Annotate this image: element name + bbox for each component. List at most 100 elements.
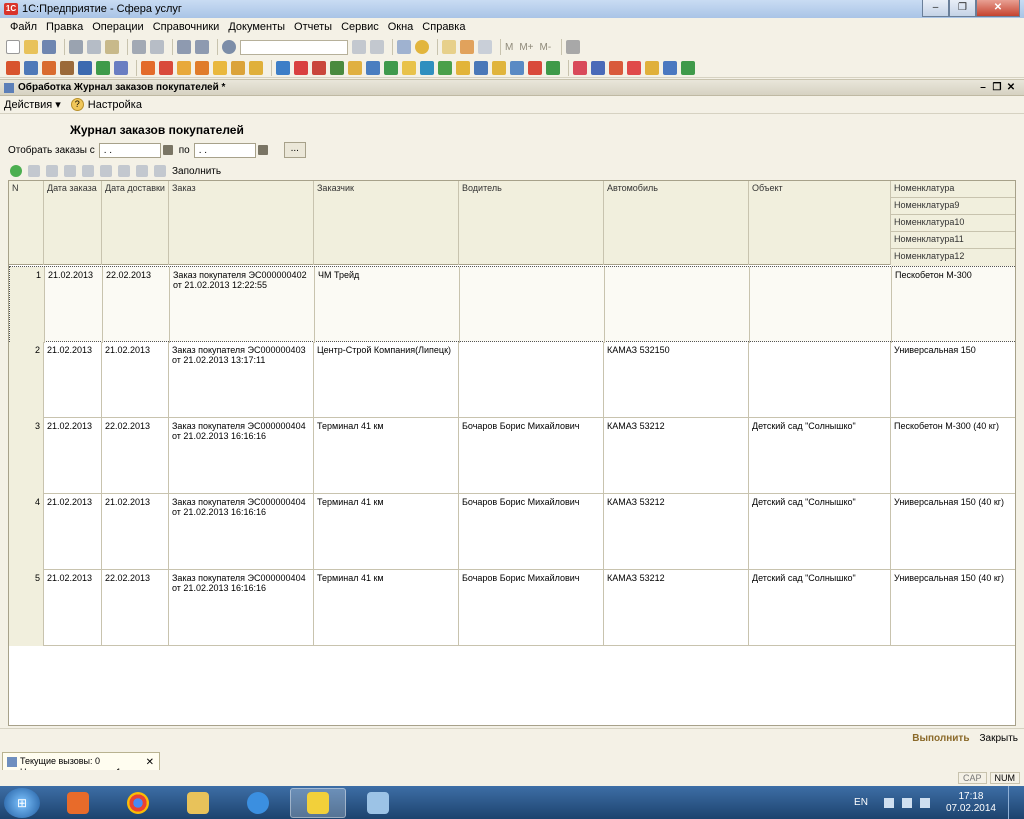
print-icon[interactable] bbox=[132, 40, 146, 54]
toolbar-function-icon[interactable] bbox=[195, 60, 209, 75]
move-down-icon[interactable] bbox=[118, 165, 130, 177]
col-order-date-header[interactable]: Дата заказа bbox=[44, 181, 102, 265]
minimize-button[interactable]: – bbox=[922, 0, 949, 17]
col-object-header[interactable]: Объект bbox=[749, 181, 891, 265]
table-row[interactable]: 2 21.02.2013 21.02.2013 Заказ покупателя… bbox=[9, 342, 1015, 418]
settings-button[interactable]: Настройка bbox=[88, 99, 142, 111]
toolbar-function-icon[interactable] bbox=[645, 60, 659, 75]
windows-icon[interactable] bbox=[397, 40, 411, 54]
col-order-header[interactable]: Заказ bbox=[169, 181, 314, 265]
toolbar-function-icon[interactable] bbox=[348, 60, 362, 75]
taskbar-explorer[interactable] bbox=[170, 788, 226, 818]
col-delivery-date-header[interactable]: Дата доставки bbox=[102, 181, 169, 265]
menu-file[interactable]: Файл bbox=[10, 21, 37, 33]
memory-m-button[interactable]: M bbox=[505, 42, 513, 53]
orders-table[interactable]: N Дата заказа Дата доставки Заказ Заказч… bbox=[8, 180, 1016, 726]
toolbar-function-icon[interactable] bbox=[366, 60, 380, 75]
toolbar-function-icon[interactable] bbox=[276, 60, 290, 75]
doc-minimize-button[interactable]: – bbox=[976, 82, 990, 93]
menu-documents[interactable]: Документы bbox=[228, 21, 285, 33]
memory-minus-button[interactable]: M- bbox=[540, 42, 552, 53]
new-document-icon[interactable] bbox=[6, 40, 20, 54]
col-n-header[interactable]: N bbox=[9, 181, 44, 265]
language-indicator[interactable]: EN bbox=[854, 797, 868, 808]
date-from-input[interactable]: . . bbox=[98, 142, 161, 158]
redo-icon[interactable] bbox=[195, 40, 209, 54]
toolbar-function-icon[interactable] bbox=[456, 60, 470, 75]
calendar-icon[interactable] bbox=[257, 145, 268, 155]
copy-row-icon[interactable] bbox=[28, 165, 40, 177]
menu-references[interactable]: Справочники bbox=[153, 21, 220, 33]
toolbar-function-icon[interactable] bbox=[96, 60, 110, 75]
col-customer-header[interactable]: Заказчик bbox=[314, 181, 459, 265]
open-folder-icon[interactable] bbox=[24, 40, 38, 54]
col-car-header[interactable]: Автомобиль bbox=[604, 181, 749, 265]
move-up-icon[interactable] bbox=[100, 165, 112, 177]
calendar-icon[interactable] bbox=[460, 40, 474, 54]
network-icon[interactable] bbox=[901, 797, 912, 808]
toolbar-function-icon[interactable] bbox=[627, 60, 641, 75]
close-notification-icon[interactable]: ✕ bbox=[146, 757, 154, 768]
toolbar-function-icon[interactable] bbox=[663, 60, 677, 75]
paste-icon[interactable] bbox=[105, 40, 119, 54]
date-to-input[interactable]: . . bbox=[193, 142, 256, 158]
col-nomenclature12-header[interactable]: Номенклатура12 bbox=[891, 249, 1015, 266]
taskbar-chrome[interactable] bbox=[110, 788, 166, 818]
menu-help[interactable]: Справка bbox=[422, 21, 465, 33]
toolbar-function-icon[interactable] bbox=[231, 60, 245, 75]
help-icon[interactable]: ? bbox=[70, 98, 84, 111]
save-icon[interactable] bbox=[42, 40, 56, 54]
toolbar-function-icon[interactable] bbox=[213, 60, 227, 75]
menu-edit[interactable]: Правка bbox=[46, 21, 83, 33]
toolbar-function-icon[interactable] bbox=[177, 60, 191, 75]
close-button[interactable]: Закрыть bbox=[979, 733, 1018, 744]
toolbar-function-icon[interactable] bbox=[78, 60, 92, 75]
toolbar-function-icon[interactable] bbox=[609, 60, 623, 75]
menu-windows[interactable]: Окна bbox=[388, 21, 414, 33]
run-button[interactable]: Выполнить bbox=[912, 733, 969, 744]
info-icon[interactable] bbox=[415, 40, 429, 54]
search-down-icon[interactable] bbox=[352, 40, 366, 54]
menu-operations[interactable]: Операции bbox=[92, 21, 143, 33]
doc-restore-button[interactable]: ❐ bbox=[990, 82, 1004, 93]
tools-icon[interactable] bbox=[566, 40, 581, 54]
end-edit-icon[interactable] bbox=[82, 165, 94, 177]
table-row[interactable]: 5 21.02.2013 22.02.2013 Заказ покупателя… bbox=[9, 570, 1015, 646]
taskbar-ie[interactable] bbox=[230, 788, 286, 818]
tray-arrow-icon[interactable] bbox=[883, 797, 894, 808]
close-window-button[interactable]: ✕ bbox=[976, 0, 1020, 17]
start-button[interactable]: ⊞ bbox=[4, 787, 40, 818]
toolbar-function-icon[interactable] bbox=[294, 60, 308, 75]
menu-reports[interactable]: Отчеты bbox=[294, 21, 332, 33]
toolbar-function-icon[interactable] bbox=[528, 60, 542, 75]
toolbar-function-icon[interactable] bbox=[591, 60, 605, 75]
table-row[interactable]: 4 21.02.2013 21.02.2013 Заказ покупателя… bbox=[9, 494, 1015, 570]
toolbar-function-icon[interactable] bbox=[60, 60, 74, 75]
edit-row-icon[interactable] bbox=[46, 165, 58, 177]
col-nomenclature10-header[interactable]: Номенклатура10 bbox=[891, 215, 1015, 232]
actions-menu[interactable]: Действия ▾ bbox=[4, 98, 61, 111]
col-nomenclature9-header[interactable]: Номенклатура9 bbox=[891, 198, 1015, 215]
toolbar-function-icon[interactable] bbox=[384, 60, 398, 75]
print-preview-icon[interactable] bbox=[150, 40, 164, 54]
col-driver-header[interactable]: Водитель bbox=[459, 181, 604, 265]
clipboard-icon[interactable] bbox=[478, 40, 492, 54]
toolbar-function-icon[interactable] bbox=[474, 60, 488, 75]
clock[interactable]: 17:18 07.02.2014 bbox=[946, 791, 996, 815]
maximize-button[interactable]: ❐ bbox=[949, 0, 976, 17]
undo-icon[interactable] bbox=[177, 40, 191, 54]
toolbar-function-icon[interactable] bbox=[6, 60, 20, 75]
table-row[interactable]: 3 21.02.2013 22.02.2013 Заказ покупателя… bbox=[9, 418, 1015, 494]
col-nomenclature11-header[interactable]: Номенклатура11 bbox=[891, 232, 1015, 249]
toolbar-function-icon[interactable] bbox=[510, 60, 524, 75]
toolbar-function-icon[interactable] bbox=[402, 60, 416, 75]
toolbar-function-icon[interactable] bbox=[420, 60, 434, 75]
toolbar-function-icon[interactable] bbox=[141, 60, 155, 75]
toolbar-function-icon[interactable] bbox=[249, 60, 263, 75]
toolbar-function-icon[interactable] bbox=[24, 60, 38, 75]
add-row-icon[interactable] bbox=[10, 165, 22, 177]
toolbar-function-icon[interactable] bbox=[546, 60, 560, 75]
col-nomenclature-header[interactable]: Номенклатура bbox=[891, 181, 1015, 198]
taskbar-media-player[interactable] bbox=[50, 788, 106, 818]
toolbar-function-icon[interactable] bbox=[681, 60, 695, 75]
